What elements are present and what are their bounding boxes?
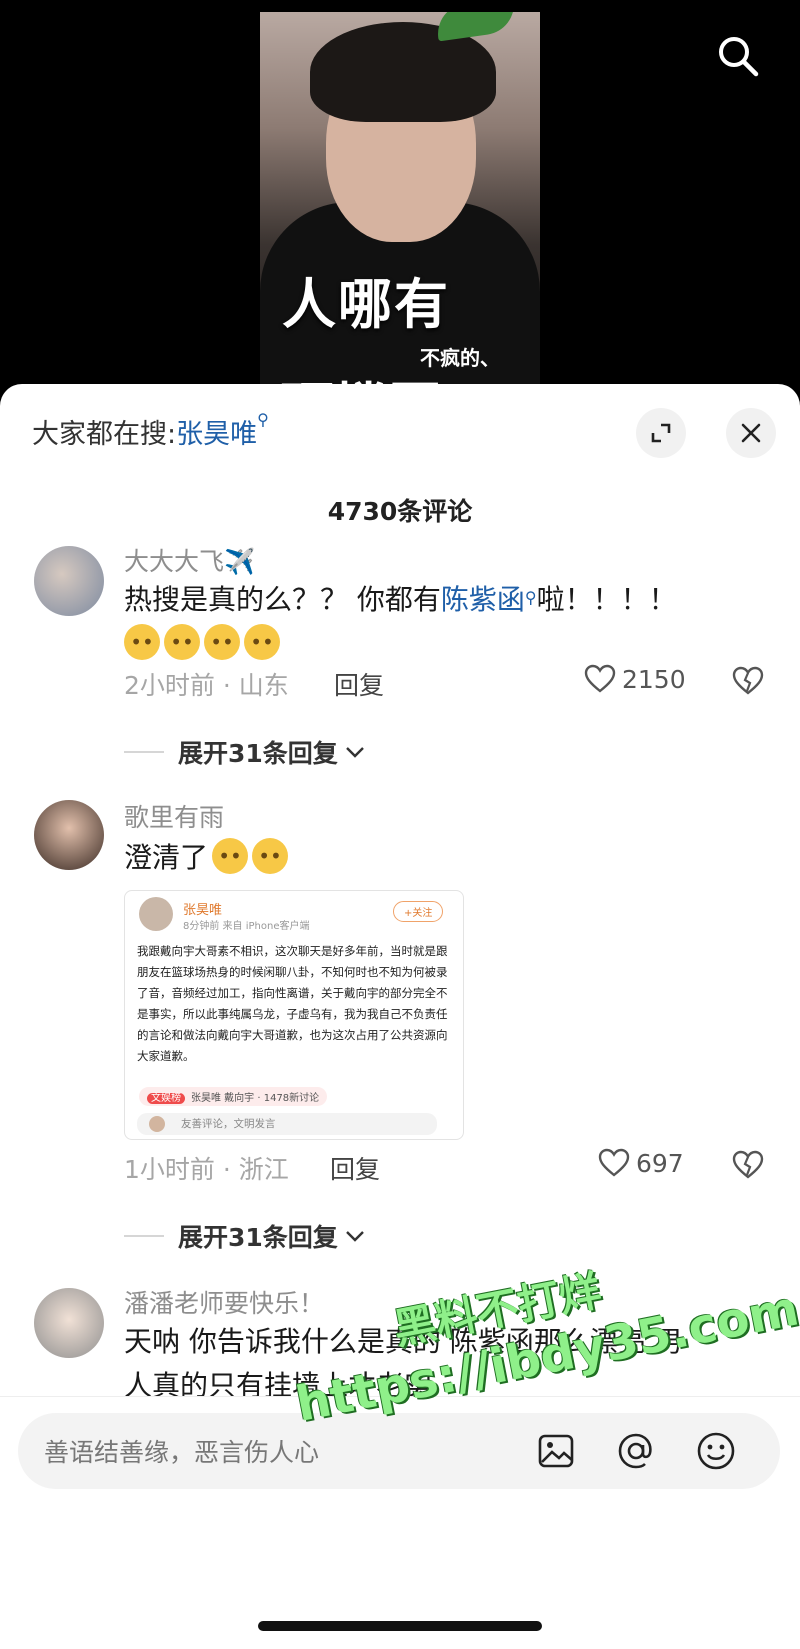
trending-prefix: 大家都在搜:: [32, 419, 177, 450]
screenshot-comment-box: 友善评论，文明发言: [137, 1113, 437, 1135]
screenshot-username: 张昊唯: [183, 903, 223, 918]
comment-time-location: 1小时前 · 浙江: [124, 1155, 289, 1184]
comment-item: 歌里有雨 澄清了 •• •• 张昊唯 8分钟前 来自 iPhone客户端 +关注 我…: [0, 798, 800, 1252]
comment-text-part: 热搜是真的么？？ 你都有: [124, 583, 441, 616]
comment-time-location: 2小时前 · 山东: [124, 671, 289, 700]
image-icon: [538, 1434, 574, 1468]
comment-input-container[interactable]: [18, 1413, 780, 1491]
image-button[interactable]: [534, 1429, 578, 1473]
screenshot-time: 8分钟前 来自 iPhone客户端: [183, 921, 310, 932]
screenshot-statement: 我跟戴向宇大哥素不相识，这次聊天是好多年前，当时就是跟朋友在篮球场热身的时候闲聊…: [137, 944, 448, 1063]
video-player[interactable]: 人哪有 不疯的、 硬撑罢了: [0, 0, 800, 400]
comment-text: 天呐 你告诉我什么是真的 陈紫函那么漂亮 男 人真的只有挂墙上才老实: [124, 1320, 764, 1396]
crying-emoji-icon: ••: [124, 624, 160, 660]
screenshot-avatar: [139, 897, 173, 931]
like-count: 2150: [622, 664, 686, 694]
comment-item: 潘潘老师要快乐！ 天呐 你告诉我什么是真的 陈紫函那么漂亮 男 人真的只有挂墙上…: [0, 1284, 800, 1396]
close-icon: [741, 423, 761, 443]
screenshot-topic-text: 张昊唯 戴向宇 · 1478新讨论: [191, 1093, 320, 1104]
comment-link[interactable]: 陈紫函: [441, 583, 525, 616]
heart-icon: [598, 1148, 630, 1177]
heart-icon: [584, 664, 616, 693]
expand-replies-label: 展开31条回复: [178, 1223, 338, 1252]
screenshot-input-placeholder: 友善评论，文明发言: [181, 1118, 276, 1130]
divider-line: [124, 751, 164, 753]
reply-button[interactable]: 回复: [334, 666, 384, 702]
crying-emoji-icon: ••: [244, 624, 280, 660]
avatar[interactable]: [34, 1288, 104, 1358]
expand-sheet-button[interactable]: [636, 408, 686, 458]
emoji-icon: [697, 1432, 735, 1470]
like-count: 697: [636, 1148, 684, 1178]
at-icon: [618, 1433, 652, 1469]
crying-emoji-icon: ••: [204, 624, 240, 660]
expand-icon: [651, 423, 671, 443]
like-button[interactable]: 697: [598, 1148, 684, 1178]
broken-heart-icon: [732, 666, 764, 695]
dislike-button[interactable]: [732, 666, 764, 700]
emoji-button[interactable]: [694, 1429, 738, 1473]
mention-button[interactable]: [614, 1429, 658, 1473]
comment-text-line: 天呐 你告诉我什么是真的 陈紫函那么漂亮 男: [124, 1325, 683, 1358]
comment-image[interactable]: 张昊唯 8分钟前 来自 iPhone客户端 +关注 我跟戴向宇大哥素不相识，这次…: [124, 890, 464, 1140]
search-small-icon: ⚲: [257, 410, 269, 429]
avatar[interactable]: [34, 800, 104, 870]
close-sheet-button[interactable]: [726, 408, 776, 458]
comment-text-line: 人真的只有挂墙上才老实: [124, 1369, 433, 1396]
search-small-icon: ⚲: [524, 588, 537, 607]
comment-text: 澄清了 •• ••: [124, 836, 764, 880]
comment-username[interactable]: 大大大飞✈️: [124, 542, 255, 578]
reply-button[interactable]: 回复: [330, 1150, 380, 1186]
comment-item: 大大大飞✈️ 热搜是真的么？？ 你都有陈紫函⚲啦！！！！ •• •• •• •• 2小…: [0, 542, 800, 802]
avatar[interactable]: [34, 546, 104, 616]
divider-line: [124, 1235, 164, 1237]
search-button[interactable]: [712, 30, 764, 82]
dislike-button[interactable]: [732, 1150, 764, 1184]
search-icon: [719, 37, 759, 77]
crying-emoji-icon: ••: [212, 838, 249, 874]
comment-text-part: 啦！！！！: [536, 583, 677, 616]
video-thumbnail[interactable]: 人哪有 不疯的、 硬撑罢了: [260, 12, 540, 400]
comment-username[interactable]: 潘潘老师要快乐！: [124, 1284, 324, 1320]
expand-replies-button[interactable]: 展开31条回复: [124, 734, 366, 770]
trending-search[interactable]: 大家都在搜:张昊唯⚲: [32, 410, 269, 451]
comment-count: 4730条评论: [327, 497, 473, 526]
comment-input[interactable]: [42, 1413, 526, 1491]
screenshot-follow-badge: +关注: [393, 901, 444, 922]
chevron-down-icon: [345, 747, 364, 758]
home-indicator[interactable]: [258, 1621, 542, 1631]
expand-replies-label: 展开31条回复: [178, 739, 338, 768]
broken-heart-icon: [732, 1150, 764, 1179]
screenshot-mini-avatar: [149, 1116, 165, 1132]
like-button[interactable]: 2150: [584, 664, 686, 694]
comment-text: 热搜是真的么？？ 你都有陈紫函⚲啦！！！！ •• •• •• ••: [124, 578, 764, 666]
crying-emoji-icon: ••: [252, 838, 289, 874]
leaf-decoration: [434, 12, 518, 42]
comment-username[interactable]: 歌里有雨: [124, 798, 224, 834]
sheet-header: 大家都在搜:张昊唯⚲: [0, 384, 800, 474]
trending-term-link[interactable]: 张昊唯: [176, 419, 257, 450]
screenshot-topic: 文娱榜 张昊唯 戴向宇 · 1478新讨论: [139, 1087, 328, 1106]
comment-input-bar: [0, 1396, 800, 1649]
screenshot-topic-tag: 文娱榜: [147, 1093, 185, 1104]
comment-text-part: 澄清了: [124, 841, 209, 874]
chevron-down-icon: [345, 1231, 364, 1242]
video-caption-large: 人哪有: [282, 272, 450, 336]
expand-replies-button[interactable]: 展开31条回复: [124, 1218, 366, 1254]
crying-emoji-icon: ••: [164, 624, 200, 660]
